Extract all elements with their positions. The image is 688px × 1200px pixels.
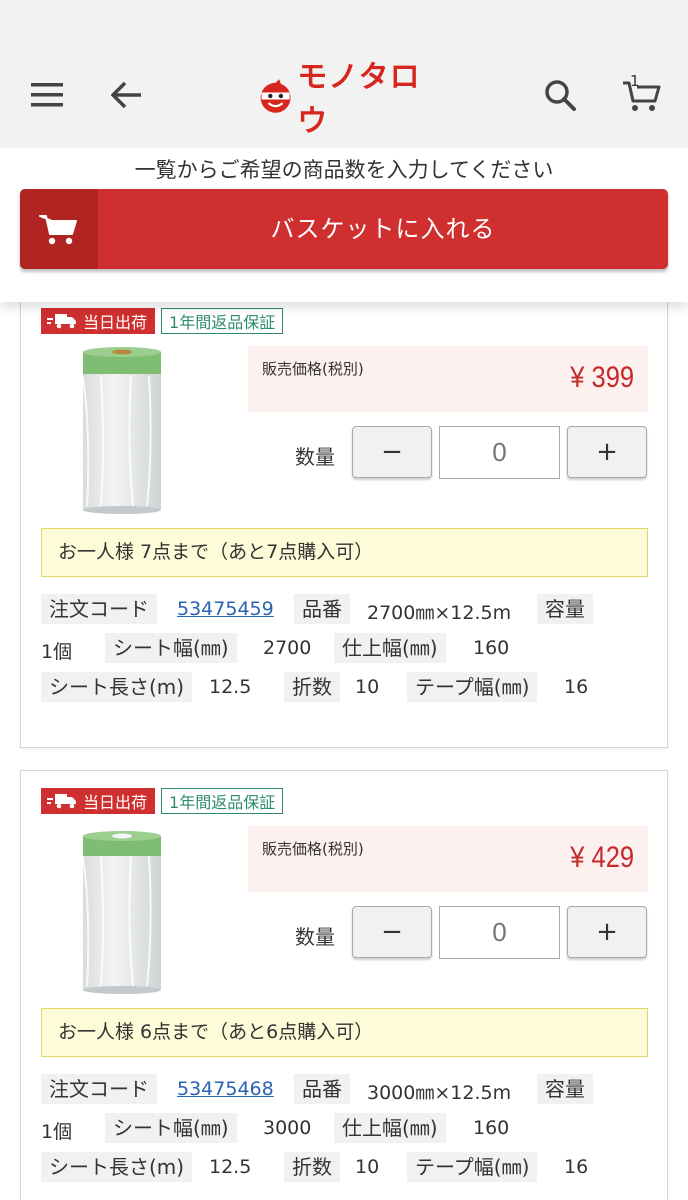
price-label: 販売価格(税別) <box>262 360 364 378</box>
product-card: 当日出荷 1年間返品保証 販売価格(税別) ¥ 399 数量 − + お一人様 … <box>20 290 668 748</box>
finish-width-label: 仕上幅(㎜) <box>334 1113 446 1143</box>
quantity-input[interactable] <box>439 906 560 959</box>
truck-icon <box>47 314 76 329</box>
badge-group: 当日出荷 1年間返品保証 <box>41 308 284 334</box>
spec-table: 注文コード 53475459 品番 2700㎜×12.5m 容量 1個 シート幅… <box>41 594 651 711</box>
badge-group: 当日出荷 1年間返品保証 <box>41 788 284 814</box>
sheet-length-value: 12.5 <box>209 1156 252 1178</box>
purchase-limit-notice: お一人様 6点まで（あと6点購入可） <box>41 1008 648 1057</box>
sheet-width-label: シート幅(㎜) <box>105 1113 237 1143</box>
same-day-shipping-badge: 当日出荷 <box>41 308 156 334</box>
menu-button[interactable] <box>22 70 72 120</box>
part-no-value: 2700㎜×12.5m <box>367 602 512 624</box>
tape-width-label: テープ幅(㎜) <box>407 1152 538 1182</box>
sheet-width-value: 2700 <box>263 637 312 659</box>
folds-label: 折数 <box>284 672 340 702</box>
folds-label: 折数 <box>284 1152 340 1182</box>
cart-button[interactable] <box>616 70 666 120</box>
quantity-label: 数量 <box>295 925 335 949</box>
app-header: モノタロウ 1 <box>0 0 688 148</box>
same-day-shipping-text: 当日出荷 <box>83 313 148 332</box>
capacity-value: 1個 <box>41 641 73 663</box>
price-box: 販売価格(税別) ¥ 399 <box>248 346 648 412</box>
order-code-value[interactable]: 53475459 <box>177 598 274 620</box>
back-arrow-icon <box>111 81 141 109</box>
decrease-quantity-button[interactable]: − <box>352 906 432 958</box>
quantity-label: 数量 <box>295 445 335 469</box>
order-code-label: 注文コード <box>41 1074 157 1104</box>
add-to-basket-label: バスケットに入れる <box>270 215 496 243</box>
same-day-shipping-text: 当日出荷 <box>83 793 148 812</box>
capacity-label: 容量 <box>537 1074 593 1104</box>
search-button[interactable] <box>535 70 585 120</box>
basket-icon-box <box>20 189 98 269</box>
spec-row: シート長さ(m) 12.5 折数 10 テープ幅(㎜) 16 <box>41 672 651 711</box>
order-code-link[interactable]: 53475459 <box>177 598 274 620</box>
order-code-link[interactable]: 53475468 <box>177 1078 274 1100</box>
cart-count-badge: 1 <box>630 72 640 90</box>
part-no-label: 品番 <box>294 1074 350 1104</box>
sheet-width-value: 3000 <box>263 1117 312 1139</box>
tape-width-value: 16 <box>564 676 589 698</box>
capacity-label: 容量 <box>537 594 593 624</box>
price-value: ¥ 429 <box>570 841 634 874</box>
price-label: 販売価格(税別) <box>262 840 364 858</box>
one-year-return-badge: 1年間返品保証 <box>161 308 284 334</box>
cart-icon <box>623 81 661 111</box>
basket-bar: 一覧からご希望の商品数を入力してください バスケットに入れる <box>0 148 688 302</box>
tape-width-value: 16 <box>564 1156 589 1178</box>
menu-icon <box>31 83 63 107</box>
back-button[interactable] <box>102 70 152 120</box>
sheet-length-value: 12.5 <box>209 676 252 698</box>
instruction-text: 一覧からご希望の商品数を入力してください <box>134 158 554 182</box>
add-to-basket-button[interactable]: バスケットに入れる <box>20 189 668 269</box>
price-box: 販売価格(税別) ¥ 429 <box>248 826 648 892</box>
spec-row: 1個 シート幅(㎜) 3000 仕上幅(㎜) 160 <box>41 1113 651 1152</box>
finish-width-value: 160 <box>473 637 510 659</box>
logo-text: モノタロウ <box>297 60 421 139</box>
logo-mascot-icon <box>260 79 291 113</box>
folds-value: 10 <box>355 1156 380 1178</box>
sheet-width-label: シート幅(㎜) <box>105 633 237 663</box>
part-no-label: 品番 <box>294 594 350 624</box>
order-code-value[interactable]: 53475468 <box>177 1078 274 1100</box>
sheet-length-label: シート長さ(m) <box>41 672 193 702</box>
quantity-input[interactable] <box>439 426 560 479</box>
spec-table: 注文コード 53475468 品番 3000㎜×12.5m 容量 1個 シート幅… <box>41 1074 651 1191</box>
sheet-length-label: シート長さ(m) <box>41 1152 193 1182</box>
part-no-value: 3000㎜×12.5m <box>367 1082 512 1104</box>
purchase-limit-notice: お一人様 7点まで（あと7点購入可） <box>41 528 648 577</box>
truck-icon <box>47 794 76 809</box>
price-value: ¥ 399 <box>570 361 634 394</box>
product-image[interactable] <box>61 826 181 998</box>
tape-width-label: テープ幅(㎜) <box>407 672 538 702</box>
search-icon <box>545 80 576 111</box>
product-image[interactable] <box>61 346 181 518</box>
finish-width-label: 仕上幅(㎜) <box>334 633 446 663</box>
finish-width-value: 160 <box>473 1117 510 1139</box>
spec-row: 注文コード 53475459 品番 2700㎜×12.5m 容量 <box>41 594 651 633</box>
increase-quantity-button[interactable]: + <box>567 906 647 958</box>
product-card: 当日出荷 1年間返品保証 販売価格(税別) ¥ 429 数量 − + お一人様 … <box>20 770 668 1200</box>
spec-row: シート長さ(m) 12.5 折数 10 テープ幅(㎜) 16 <box>41 1152 651 1191</box>
same-day-shipping-badge: 当日出荷 <box>41 788 156 814</box>
one-year-return-badge: 1年間返品保証 <box>161 788 284 814</box>
order-code-label: 注文コード <box>41 594 157 624</box>
monotaro-logo[interactable]: モノタロウ <box>258 60 433 139</box>
decrease-quantity-button[interactable]: − <box>352 426 432 478</box>
cart-icon <box>39 215 77 245</box>
capacity-value: 1個 <box>41 1121 73 1143</box>
increase-quantity-button[interactable]: + <box>567 426 647 478</box>
spec-row: 1個 シート幅(㎜) 2700 仕上幅(㎜) 160 <box>41 633 651 672</box>
spec-row: 注文コード 53475468 品番 3000㎜×12.5m 容量 <box>41 1074 651 1113</box>
folds-value: 10 <box>355 676 380 698</box>
